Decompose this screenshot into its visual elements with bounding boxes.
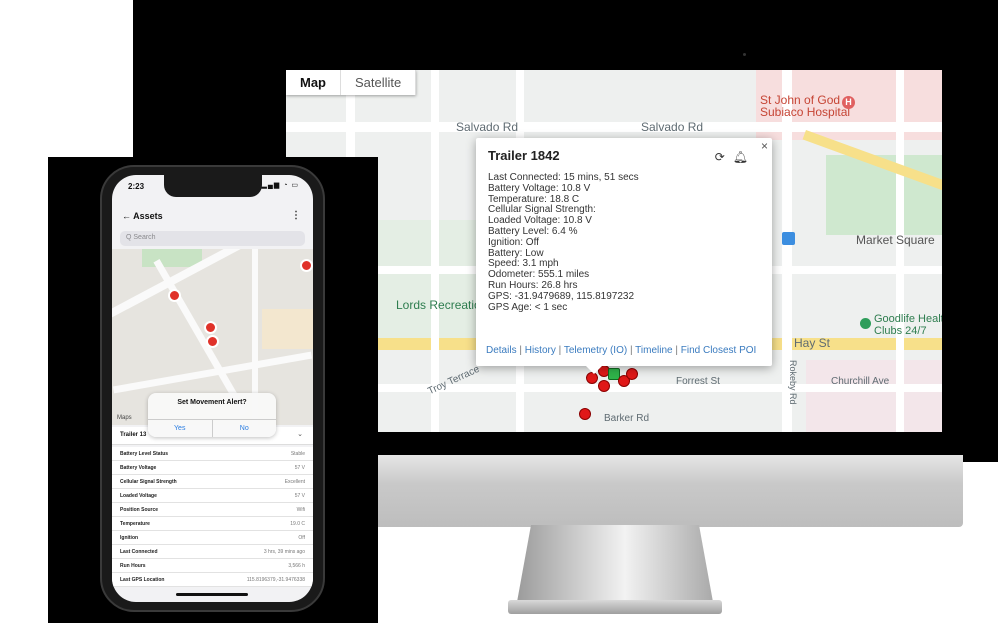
- detail-label: Position Source: [120, 507, 159, 513]
- detail-value: 3,566 h: [288, 563, 305, 569]
- gym-pin-icon[interactable]: [860, 318, 871, 329]
- transit-icon[interactable]: [782, 232, 795, 245]
- popup-line: GPS: -31.9479689, 115.8197232: [488, 290, 635, 302]
- trailer-name: Trailer 13: [120, 432, 147, 438]
- camera-dot: [743, 53, 746, 56]
- detail-row: Run Hours 3,566 h: [112, 559, 313, 573]
- label-forrest-st: Forrest St: [676, 376, 720, 387]
- map-type-map-button[interactable]: Map: [286, 70, 341, 95]
- map-pink-block: [806, 360, 942, 432]
- trailer-info-popup: Trailer 1842 ⟳ 🔔︎ × Last Connected: 15 m…: [476, 138, 772, 374]
- phone-screen: 2:23 ▂▄▆ ◔ ▭ ← Assets ⋮ Q Search Maps Se…: [112, 175, 313, 602]
- detail-label: Last Connected: [120, 549, 158, 555]
- trailer-marker[interactable]: [579, 408, 591, 420]
- desktop-map-view[interactable]: Salvado Rd Salvado Rd Hay St Barker Rd F…: [286, 70, 942, 432]
- back-to-assets-button[interactable]: ← Assets: [122, 211, 163, 221]
- detail-value: Stable: [290, 451, 305, 457]
- label-salvado-rd-1: Salvado Rd: [456, 120, 519, 134]
- detail-value: 115.8196379,-31.9476338: [246, 577, 305, 583]
- popup-actions: ⟳ 🔔︎: [715, 150, 748, 164]
- detail-value: Wifi: [296, 507, 305, 513]
- monitor-chin: [373, 455, 963, 527]
- detail-row: Battery Voltage 57 V: [112, 461, 313, 475]
- timeline-link[interactable]: Timeline: [635, 345, 672, 356]
- alert-buttons: Yes No: [148, 419, 276, 437]
- detail-row: Last GPS Location 115.8196379,-31.9476338: [112, 573, 313, 587]
- detail-row: Last Connected 3 hrs, 39 mins ago: [112, 545, 313, 559]
- detail-label: Battery Level Status: [120, 451, 169, 457]
- road-vertical-5: [896, 70, 904, 432]
- detail-label: Cellular Signal Strength: [120, 479, 177, 485]
- phone-device: 2:23 ▂▄▆ ◔ ▭ ← Assets ⋮ Q Search Maps Se…: [100, 165, 325, 612]
- popup-line: Battery Voltage: 10.8 V: [488, 182, 591, 194]
- label-lords-recreation: Lords Recreation: [396, 298, 488, 312]
- detail-label: Last GPS Location: [120, 577, 165, 583]
- close-icon[interactable]: ×: [761, 139, 768, 153]
- alert-yes-button[interactable]: Yes: [148, 420, 213, 437]
- map-pin-icon[interactable]: [206, 335, 219, 348]
- label-goodlife: Goodlife Health Clubs 24/7: [874, 313, 942, 337]
- find-closest-poi-link[interactable]: Find Closest POI: [681, 345, 757, 356]
- popup-tail: [586, 366, 602, 374]
- detail-value: Off: [298, 535, 305, 541]
- map-pin-icon[interactable]: [300, 259, 313, 272]
- map-road: [153, 259, 248, 415]
- detail-label: Run Hours: [120, 563, 146, 569]
- more-options-icon[interactable]: ⋮: [291, 210, 301, 221]
- alert-no-button[interactable]: No: [213, 420, 277, 437]
- label-rokeby-rd: Rokeby Rd: [788, 360, 798, 405]
- map-type-toggle: Map Satellite: [286, 70, 417, 95]
- detail-value: 3 hrs, 39 mins ago: [263, 549, 305, 555]
- detail-row: Battery Level Status Stable: [112, 447, 313, 461]
- assets-nav-bar: ← Assets ⋮: [112, 207, 313, 229]
- trailer-marker[interactable]: [598, 380, 610, 392]
- road-vertical-2: [431, 70, 439, 432]
- details-link[interactable]: Details: [486, 345, 517, 356]
- detail-row: Temperature 19.0 C: [112, 517, 313, 531]
- bell-icon[interactable]: 🔔︎: [733, 150, 748, 164]
- status-time: 2:23: [128, 182, 145, 191]
- trailer-detail-table: Battery Level Status Stable Battery Volta…: [112, 447, 313, 587]
- detail-value: 19.0 C: [290, 521, 305, 527]
- home-indicator[interactable]: [176, 593, 248, 596]
- popup-links: Details | History | Telemetry (IO) | Tim…: [486, 345, 757, 356]
- label-market-square: Market Square: [856, 233, 935, 247]
- detail-value: 57 V: [294, 465, 305, 471]
- popup-line: GPS Age: < 1 sec: [488, 301, 568, 313]
- popup-detail-lines: Last Connected: 15 mins, 51 secs Battery…: [488, 172, 760, 313]
- status-icons: ▂▄▆ ◔ ▭: [261, 182, 299, 189]
- detail-label: Battery Voltage: [120, 465, 157, 471]
- alert-title: Set Movement Alert?: [177, 399, 247, 406]
- maps-logo: Maps: [117, 415, 132, 421]
- hospital-pin-icon[interactable]: H: [842, 96, 855, 109]
- map-pin-icon[interactable]: [204, 321, 217, 334]
- detail-value: Excellent: [284, 479, 305, 485]
- map-type-satellite-button[interactable]: Satellite: [341, 70, 417, 95]
- label-salvado-rd-2: Salvado Rd: [641, 120, 704, 134]
- chevron-down-icon[interactable]: ⌄: [297, 430, 303, 438]
- label-hay-st: Hay St: [794, 336, 831, 350]
- detail-label: Ignition: [120, 535, 139, 541]
- detail-row: Cellular Signal Strength Excellent: [112, 475, 313, 489]
- detail-label: Temperature: [120, 521, 150, 527]
- label-barker-rd: Barker Rd: [604, 413, 650, 424]
- detail-value: 57 V: [294, 493, 305, 499]
- search-input[interactable]: Q Search: [120, 231, 305, 246]
- trailer-marker[interactable]: [626, 368, 638, 380]
- detail-row: Loaded Voltage 57 V: [112, 489, 313, 503]
- road-horizontal-1: [286, 122, 942, 132]
- telemetry-link[interactable]: Telemetry (IO): [564, 345, 627, 356]
- history-link[interactable]: History: [525, 345, 556, 356]
- label-churchill-ave: Churchill Ave: [831, 376, 890, 387]
- map-pin-icon[interactable]: [168, 289, 181, 302]
- detail-label: Loaded Voltage: [120, 493, 157, 499]
- movement-alert-dialog: Set Movement Alert? Yes No: [148, 393, 276, 437]
- detail-row: Position Source Wifi: [112, 503, 313, 517]
- map-block: [262, 309, 313, 349]
- monitor-stand-base: [508, 600, 722, 614]
- phone-notch: [164, 175, 262, 197]
- detail-row: Ignition Off: [112, 531, 313, 545]
- popup-line: Ignition: Off: [488, 236, 539, 248]
- refresh-icon[interactable]: ⟳: [715, 150, 725, 164]
